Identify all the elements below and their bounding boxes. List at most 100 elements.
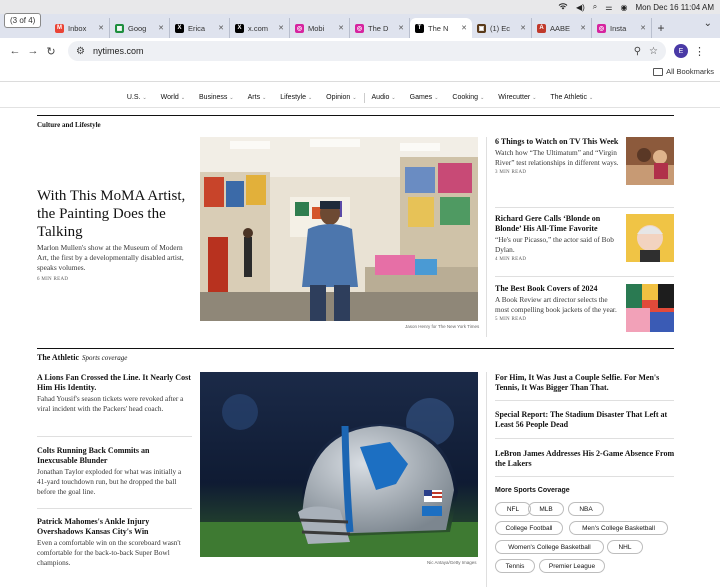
tab-close-icon[interactable]: ✕ bbox=[580, 24, 586, 32]
spotlight-search-icon[interactable]: ⌕ bbox=[593, 2, 597, 12]
athletic-story-headline[interactable]: Patrick Mahomes's Ankle Injury Overshado… bbox=[37, 517, 191, 537]
athletic-brand[interactable]: The Athletic bbox=[37, 353, 79, 362]
pill-mlb[interactable]: MLB bbox=[528, 502, 564, 516]
address-bar[interactable]: ⚙ nytimes.com ⚲ ☆ bbox=[68, 41, 666, 61]
tab-close-icon[interactable]: ✕ bbox=[520, 24, 526, 32]
nav-item[interactable]: Opinion ⌄ bbox=[319, 94, 363, 101]
pill-womens-college-basketball[interactable]: Women's College Basketball bbox=[495, 540, 604, 554]
athletic-story-colts[interactable]: Colts Running Back Commits an Inexcusabl… bbox=[37, 446, 191, 497]
new-tab-icon[interactable]: + bbox=[652, 18, 670, 38]
tab-close-icon[interactable]: ✕ bbox=[158, 24, 164, 32]
athletic-right-story-lebron[interactable]: LeBron James Addresses His 2-Game Absenc… bbox=[495, 449, 675, 469]
bookmarks-bar: All Bookmarks bbox=[0, 64, 720, 82]
chevron-down-icon: ⌄ bbox=[532, 94, 537, 101]
nav-item[interactable]: Cooking ⌄ bbox=[445, 94, 491, 101]
athletic-story-lions-fan[interactable]: A Lions Fan Crossed the Line. It Nearly … bbox=[37, 373, 191, 414]
reload-icon[interactable]: ↻ bbox=[42, 45, 60, 58]
nav-item[interactable]: Lifestyle ⌄ bbox=[273, 94, 319, 101]
volume-icon[interactable]: ◀) bbox=[576, 3, 585, 12]
tab-close-icon[interactable]: ✕ bbox=[338, 24, 344, 32]
zoom-icon[interactable]: ⚲ bbox=[634, 46, 641, 57]
site-info-icon[interactable]: ⚙ bbox=[76, 46, 85, 57]
pill-premier-league[interactable]: Premier League bbox=[539, 559, 605, 573]
nav-item[interactable]: U.S. ⌄ bbox=[120, 94, 154, 101]
pill-college-football[interactable]: College Football bbox=[495, 521, 563, 535]
control-center-icon[interactable]: ⚌ bbox=[605, 3, 612, 12]
nav-item[interactable]: The Athletic ⌄ bbox=[543, 94, 600, 101]
athletic-right-headline[interactable]: Special Report: The Stadium Disaster Tha… bbox=[495, 410, 675, 430]
more-sports-label: More Sports Coverage bbox=[495, 487, 570, 494]
tab-counter-badge: (3 of 4) bbox=[4, 13, 42, 28]
tab-close-icon[interactable]: ✕ bbox=[640, 24, 646, 32]
lead-photo-art-studio[interactable] bbox=[200, 137, 478, 321]
profile-avatar[interactable]: E bbox=[674, 44, 688, 58]
wifi-icon[interactable] bbox=[558, 2, 568, 12]
lead-headline[interactable]: With This MoMA Artist, the Painting Does… bbox=[37, 187, 197, 241]
pill-nfl[interactable]: NFL bbox=[495, 502, 531, 516]
side-story-headline[interactable]: The Best Book Covers of 2024 bbox=[495, 284, 619, 294]
lead-summary-text: Marlon Mullen's show at the Museum of Mo… bbox=[37, 243, 184, 272]
browser-tab[interactable]: M Inbox ✕ bbox=[50, 18, 110, 38]
browser-tab[interactable]: ◎ Insta ✕ bbox=[592, 18, 652, 38]
tab-title: Goog bbox=[128, 23, 147, 33]
athletic-right-headline[interactable]: LeBron James Addresses His 2-Game Absenc… bbox=[495, 449, 675, 469]
forward-arrow-icon[interactable]: → bbox=[24, 45, 42, 57]
thumbnail-tv[interactable] bbox=[626, 137, 674, 185]
athletic-story-headline[interactable]: Colts Running Back Commits an Inexcusabl… bbox=[37, 446, 191, 466]
back-arrow-icon[interactable]: ← bbox=[6, 45, 24, 57]
nav-item[interactable]: Audio ⌄ bbox=[365, 94, 403, 101]
nav-item[interactable]: World ⌄ bbox=[154, 94, 192, 101]
system-datetime[interactable]: Mon Dec 16 11:04 AM bbox=[635, 3, 714, 12]
tab-title: Inbox bbox=[68, 23, 87, 33]
url-text[interactable]: nytimes.com bbox=[93, 46, 626, 56]
tab-favicon-icon: ◎ bbox=[597, 23, 606, 33]
side-story-tv[interactable]: 6 Things to Watch on TV This Week Watch … bbox=[495, 137, 619, 175]
section-label-culture[interactable]: Culture and Lifestyle bbox=[37, 121, 101, 129]
tab-favicon-icon: ▦ bbox=[115, 23, 124, 33]
browser-tab[interactable]: X Erica ✕ bbox=[170, 18, 230, 38]
browser-tab[interactable]: ◎ The D ✕ bbox=[350, 18, 410, 38]
athletic-story-headline[interactable]: A Lions Fan Crossed the Line. It Nearly … bbox=[37, 373, 191, 393]
athletic-right-story-stadium[interactable]: Special Report: The Stadium Disaster Tha… bbox=[495, 410, 675, 430]
athletic-story-mahomes[interactable]: Patrick Mahomes's Ankle Injury Overshado… bbox=[37, 517, 191, 568]
browser-tab[interactable]: ▦ Goog ✕ bbox=[110, 18, 170, 38]
browser-menu-icon[interactable]: ⋮ bbox=[694, 45, 705, 58]
all-bookmarks-button[interactable]: All Bookmarks bbox=[653, 67, 714, 76]
tab-close-icon[interactable]: ✕ bbox=[278, 24, 284, 32]
browser-tab[interactable]: A AABE ✕ bbox=[532, 18, 592, 38]
siri-icon[interactable]: ◉ bbox=[620, 3, 627, 12]
athletic-section-label[interactable]: The Athletic Sports coverage bbox=[37, 353, 127, 362]
pill-mens-college-basketball[interactable]: Men's College Basketball bbox=[569, 521, 668, 535]
tab-search-chevron-icon[interactable]: ⌄ bbox=[704, 18, 712, 29]
side-story-book-covers[interactable]: The Best Book Covers of 2024 A Book Revi… bbox=[495, 284, 619, 322]
athletic-right-story-tennis[interactable]: For Him, It Was Just a Couple Selfie. Fo… bbox=[495, 373, 675, 393]
tab-title: Insta bbox=[610, 23, 627, 33]
pill-nhl[interactable]: NHL bbox=[607, 540, 643, 554]
browser-tab[interactable]: ◎ Mobi ✕ bbox=[290, 18, 350, 38]
tab-close-icon[interactable]: ✕ bbox=[461, 24, 467, 32]
side-story-gere[interactable]: Richard Gere Calls ‘Blonde on Blonde’ Hi… bbox=[495, 214, 619, 262]
browser-tab[interactable]: ▣ (1) Ec ✕ bbox=[472, 18, 532, 38]
pill-nba[interactable]: NBA bbox=[568, 502, 604, 516]
thumbnail-book-covers[interactable] bbox=[626, 284, 674, 332]
story-divider bbox=[495, 207, 674, 208]
nav-item-label: Arts bbox=[247, 94, 261, 101]
thumbnail-gere[interactable] bbox=[626, 214, 674, 262]
bookmark-star-icon[interactable]: ☆ bbox=[649, 46, 658, 57]
athletic-photo-lions-helmet[interactable] bbox=[200, 372, 478, 557]
nav-item[interactable]: Business ⌄ bbox=[192, 94, 241, 101]
nav-item-label: Cooking bbox=[452, 94, 479, 101]
tab-close-icon[interactable]: ✕ bbox=[218, 24, 224, 32]
nav-item[interactable]: Games ⌄ bbox=[403, 94, 446, 101]
nav-item[interactable]: Arts ⌄ bbox=[241, 94, 274, 101]
athletic-right-headline[interactable]: For Him, It Was Just a Couple Selfie. Fo… bbox=[495, 373, 675, 393]
side-story-headline[interactable]: 6 Things to Watch on TV This Week bbox=[495, 137, 619, 147]
tab-close-icon[interactable]: ✕ bbox=[98, 24, 104, 32]
pill-tennis[interactable]: Tennis bbox=[495, 559, 535, 573]
nav-item[interactable]: Wirecutter ⌄ bbox=[491, 94, 543, 101]
column-divider bbox=[486, 372, 487, 587]
browser-tab[interactable]: T The N ✕ bbox=[410, 18, 472, 38]
tab-close-icon[interactable]: ✕ bbox=[398, 24, 404, 32]
side-story-headline[interactable]: Richard Gere Calls ‘Blonde on Blonde’ Hi… bbox=[495, 214, 619, 234]
browser-tab[interactable]: Xx.com ✕ bbox=[230, 18, 290, 38]
